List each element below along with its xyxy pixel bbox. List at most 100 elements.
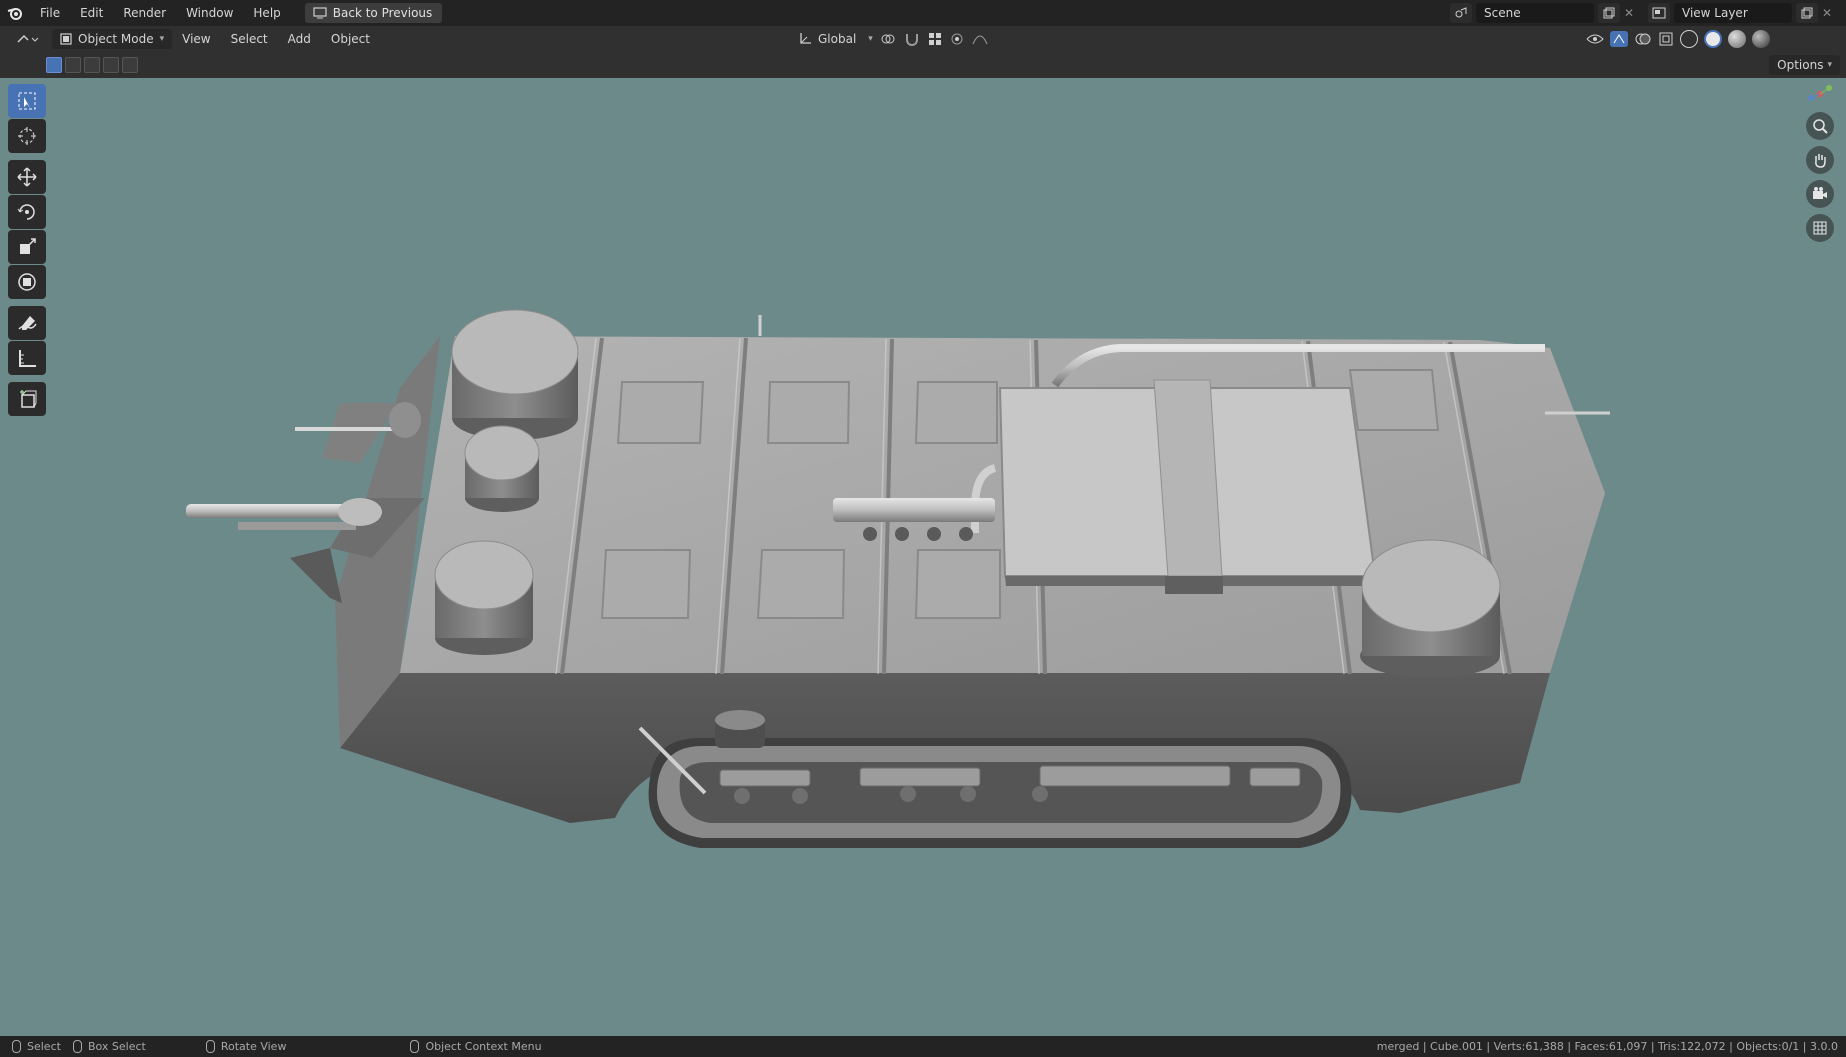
add-cube-icon xyxy=(20,390,37,408)
zoom-view-button[interactable] xyxy=(1806,112,1834,140)
wireframe-shading-icon[interactable] xyxy=(1680,30,1698,48)
xray-toggle-icon[interactable] xyxy=(1658,31,1674,47)
hint-rotate-view-label: Rotate View xyxy=(220,1040,287,1053)
hint-select: Select xyxy=(12,1040,61,1053)
menu-add[interactable]: Add xyxy=(278,32,321,46)
3d-viewport[interactable] xyxy=(0,78,1846,1036)
chevron-down-icon: ▾ xyxy=(868,34,873,44)
rotate-tool[interactable] xyxy=(8,195,46,229)
grid-icon xyxy=(1813,221,1827,235)
add-cube-tool[interactable] xyxy=(8,382,46,416)
cursor-tool[interactable] xyxy=(8,119,46,153)
chevron-down-icon: ▾ xyxy=(1827,60,1832,70)
hint-box-select-label: Box Select xyxy=(87,1040,146,1053)
tool-settings-bar: Options ▾ xyxy=(0,52,1846,78)
hand-icon xyxy=(1815,154,1826,168)
select-box-tool[interactable] xyxy=(8,84,46,118)
menu-file[interactable]: File xyxy=(30,0,70,26)
move-tool[interactable] xyxy=(8,160,46,194)
object-mode-label: Object Mode xyxy=(78,32,154,46)
scene-browse-icon[interactable] xyxy=(1450,3,1472,23)
scale-tool[interactable] xyxy=(8,230,46,264)
menu-view[interactable]: View xyxy=(172,32,220,46)
annotate-icon xyxy=(18,316,37,330)
menu-object[interactable]: Object xyxy=(321,32,380,46)
new-scene-icon[interactable] xyxy=(1598,3,1620,23)
menu-help[interactable]: Help xyxy=(243,0,290,26)
remove-view-layer-icon[interactable]: ✕ xyxy=(1822,6,1836,20)
view-layer-name-field[interactable]: View Layer xyxy=(1674,3,1792,23)
object-mode-dropdown[interactable]: Object Mode ▾ xyxy=(52,29,173,49)
snap-increment-icon[interactable] xyxy=(928,32,942,46)
pan-view-button[interactable] xyxy=(1806,146,1834,174)
mouse-right-icon xyxy=(410,1040,420,1053)
scene-name-field[interactable]: Scene xyxy=(1476,3,1594,23)
camera-view-button[interactable] xyxy=(1806,180,1834,208)
object-mode-icon xyxy=(60,33,72,45)
measure-tool[interactable] xyxy=(8,341,46,375)
select-invert-icon[interactable] xyxy=(103,57,119,73)
menu-render[interactable]: Render xyxy=(113,0,176,26)
options-dropdown[interactable]: Options ▾ xyxy=(1769,55,1840,75)
mouse-drag-icon xyxy=(72,1040,82,1053)
blender-logo-icon[interactable] xyxy=(0,0,30,26)
select-extend-icon[interactable] xyxy=(65,57,81,73)
transform-orientation-label: Global xyxy=(818,32,857,46)
tank-model[interactable] xyxy=(0,78,1846,1036)
remove-scene-icon[interactable]: ✕ xyxy=(1624,6,1638,20)
axis-icon xyxy=(800,33,811,44)
top-menu-bar: File Edit Render Window Help Back to Pre… xyxy=(0,0,1846,26)
hint-rotate-view: Rotate View xyxy=(205,1040,287,1053)
menu-window[interactable]: Window xyxy=(176,0,243,26)
falloff-curve-icon[interactable] xyxy=(972,32,988,46)
camera-icon xyxy=(1813,187,1827,199)
move-icon xyxy=(17,167,37,187)
back-to-previous-button[interactable]: Back to Previous xyxy=(304,3,443,23)
cupola-front-left xyxy=(451,309,579,440)
cupola-mid-left xyxy=(464,425,540,512)
transform-icon xyxy=(18,273,36,291)
options-label: Options xyxy=(1777,58,1824,72)
chevron-down-icon: ▾ xyxy=(159,34,165,44)
solid-shading-icon[interactable] xyxy=(1704,30,1722,48)
hint-context-menu: Object Context Menu xyxy=(410,1040,542,1053)
material-preview-icon[interactable] xyxy=(1728,30,1746,48)
viewport-display-tools xyxy=(1586,29,1770,49)
rendered-shading-icon[interactable] xyxy=(1752,30,1770,48)
cursor-icon xyxy=(18,127,36,145)
view-layer-browse-icon[interactable] xyxy=(1648,3,1670,23)
menu-select[interactable]: Select xyxy=(221,32,278,46)
overlays-icon[interactable] xyxy=(1634,31,1652,47)
scene-selector: Scene ✕ xyxy=(1450,3,1638,23)
hint-box-select: Box Select xyxy=(72,1040,146,1053)
scene-statistics: merged | Cube.001 | Verts:61,388 | Faces… xyxy=(1376,1040,1838,1053)
visibility-icon[interactable] xyxy=(1586,32,1604,46)
gizmo-toggle-icon[interactable] xyxy=(1610,31,1628,47)
new-view-layer-icon[interactable] xyxy=(1796,3,1818,23)
zoom-icon xyxy=(1813,119,1828,134)
cupola-rear-left xyxy=(434,540,534,655)
cupola-right xyxy=(1360,539,1501,678)
axis-gizmo-icon[interactable] xyxy=(1805,82,1835,106)
viewport-header: Object Mode ▾ View Select Add Object Glo… xyxy=(0,26,1846,52)
ortho-view-button[interactable] xyxy=(1806,214,1834,242)
muffler xyxy=(833,498,995,522)
pivot-icon[interactable] xyxy=(880,32,896,46)
editor-type-icon[interactable] xyxy=(8,28,48,50)
select-box-icon xyxy=(18,92,36,110)
select-subtract-icon[interactable] xyxy=(84,57,100,73)
annotate-tool[interactable] xyxy=(8,306,46,340)
measure-icon xyxy=(19,350,36,367)
tool-shelf xyxy=(8,84,48,417)
transform-orientation-dropdown[interactable]: Global ▾ xyxy=(798,29,873,49)
menu-edit[interactable]: Edit xyxy=(70,0,113,26)
select-intersect-icon[interactable] xyxy=(122,57,138,73)
snap-magnet-icon[interactable] xyxy=(904,32,920,46)
select-new-icon[interactable] xyxy=(46,57,62,73)
proportional-edit-icon[interactable] xyxy=(950,32,964,46)
hint-context-menu-label: Object Context Menu xyxy=(425,1040,542,1053)
hint-select-label: Select xyxy=(27,1040,61,1053)
mouse-left-icon xyxy=(12,1040,21,1053)
navigation-gizmo xyxy=(1800,82,1840,242)
transform-tool[interactable] xyxy=(8,265,46,299)
